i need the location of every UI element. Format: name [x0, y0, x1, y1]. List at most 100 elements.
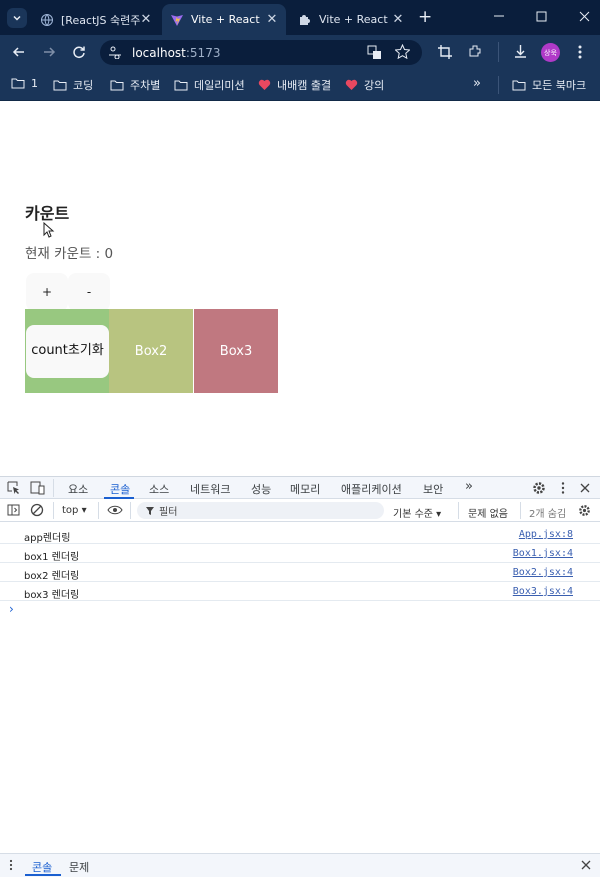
drawer-tab-console[interactable]: 콘솔 [32, 859, 52, 875]
log-message: app렌더링 [24, 533, 71, 544]
devtools-tab-console[interactable]: 콘솔 [110, 481, 130, 497]
profile-avatar[interactable]: 상욱 [541, 43, 560, 62]
url-text: localhost:5173 [132, 46, 220, 60]
filter-placeholder: 필터 [159, 507, 178, 518]
live-expression-eye-icon[interactable] [107, 505, 123, 515]
translate-icon[interactable] [367, 45, 382, 60]
bookmark-label: 1 [31, 77, 38, 90]
settings-gear-icon[interactable] [532, 481, 546, 495]
devtools-tab-performance[interactable]: 성능 [251, 481, 271, 497]
reset-count-label: count초기화 [31, 343, 104, 359]
window-close-button[interactable] [579, 11, 590, 22]
more-bookmarks-button[interactable]: » [473, 76, 481, 91]
tab-vite-active[interactable]: Vite + React ✕ [162, 4, 286, 35]
log-source-link[interactable]: Box2.jsx:4 [513, 567, 573, 578]
log-source-link[interactable]: Box1.jsx:4 [513, 548, 573, 559]
clear-console-icon[interactable] [30, 503, 44, 517]
drawer-tab-issues[interactable]: 문제 [69, 859, 89, 875]
tab-vite-2[interactable]: Vite + React ✕ [290, 4, 412, 35]
reload-button[interactable] [72, 45, 86, 59]
drawer-active-indicator [25, 874, 61, 876]
devtools-more-tabs[interactable]: » [465, 479, 473, 494]
bookmark-label: 모든 북마크 [532, 79, 587, 92]
url-host: localhost [132, 46, 186, 60]
close-icon[interactable]: ✕ [140, 12, 152, 27]
close-icon[interactable]: ✕ [266, 12, 278, 27]
tab-search-button[interactable] [7, 8, 27, 28]
device-toolbar-icon[interactable] [30, 481, 45, 495]
close-icon[interactable]: ✕ [392, 12, 404, 27]
bookmark-daily-mission[interactable]: 데일리미션 [174, 77, 245, 93]
issues-counter[interactable]: 문제 없음 [468, 505, 508, 520]
back-button[interactable] [12, 45, 26, 59]
bookmarks-divider [498, 76, 499, 94]
console-divider [520, 502, 521, 519]
bookmark-star-icon[interactable] [395, 44, 410, 59]
extensions-icon[interactable] [468, 44, 483, 59]
site-info-icon[interactable] [108, 45, 122, 59]
console-divider [98, 502, 99, 519]
inspect-element-icon[interactable] [7, 481, 21, 495]
tab-label: Vite + React [191, 13, 260, 26]
box3: Box3 [194, 309, 278, 393]
globe-icon [41, 13, 53, 26]
console-filter-input[interactable]: 필터 [137, 502, 384, 519]
box2-label: Box2 [134, 343, 168, 359]
toolbar-divider [498, 42, 499, 62]
log-level-label: 기본 수준 ▾ [393, 509, 442, 520]
arrow-left-icon [12, 47, 24, 57]
download-icon[interactable] [513, 44, 528, 59]
hidden-label: 2개 숨김 [529, 509, 567, 520]
maximize-button[interactable] [536, 11, 547, 22]
forward-button[interactable] [42, 45, 56, 59]
url-port: :5173 [185, 46, 221, 60]
reload-icon [73, 46, 85, 59]
menu-kebab-icon[interactable] [577, 44, 583, 60]
screen-capture-icon[interactable] [438, 45, 452, 59]
devtools-tab-sources[interactable]: 소스 [149, 481, 169, 497]
increment-button[interactable]: + [26, 273, 68, 311]
decrement-button[interactable]: - [68, 273, 110, 311]
bookmark-label: 코딩 [73, 79, 94, 92]
bookmark-attendance[interactable]: 내배캠 출결 [258, 77, 331, 93]
log-level-selector[interactable]: 기본 수준 ▾ [393, 505, 441, 520]
devtools-tab-elements[interactable]: 요소 [68, 481, 88, 497]
bookmark-1[interactable]: 1 [11, 77, 38, 90]
filter-icon [145, 506, 155, 516]
folder-icon [11, 78, 25, 89]
devtools-tab-memory[interactable]: 메모리 [290, 481, 320, 497]
console-divider [458, 502, 459, 519]
bookmark-label: 강의 [364, 79, 385, 92]
devtools-close-icon[interactable] [580, 483, 590, 493]
bookmark-lecture[interactable]: 강의 [345, 77, 384, 93]
tab-reactjs[interactable]: [ReactJS 숙련주 ✕ [32, 4, 160, 35]
tab-label: Vite + React [319, 13, 388, 26]
drawer-close-icon[interactable] [581, 860, 591, 870]
devtools-tab-network[interactable]: 네트워크 [190, 481, 230, 497]
new-tab-button[interactable]: + [418, 8, 432, 26]
sidebar-toggle-icon[interactable] [7, 504, 20, 516]
increment-label: + [41, 285, 53, 299]
minimize-button[interactable] [493, 9, 505, 23]
context-selector[interactable]: top ▾ [62, 505, 87, 516]
devtools-tab-security[interactable]: 보안 [423, 481, 443, 497]
page-title: 카운트 [25, 204, 70, 223]
drawer-menu-icon[interactable] [9, 859, 13, 871]
devtools-menu-icon[interactable] [560, 481, 566, 495]
reset-count-button[interactable]: count초기화 [26, 325, 109, 378]
folder-icon [512, 80, 526, 90]
vite-logo-icon [171, 14, 183, 26]
all-bookmarks-button[interactable]: 모든 북마크 [512, 77, 586, 93]
console-log-row: box2 렌더링 Box2.jsx:4 [0, 563, 600, 582]
tab-label: [ReactJS 숙련주 [61, 13, 140, 27]
issues-label: 문제 없음 [468, 509, 508, 520]
console-prompt[interactable]: › [9, 602, 14, 616]
console-settings-gear-icon[interactable] [578, 504, 591, 517]
bookmark-coding[interactable]: 코딩 [53, 77, 93, 93]
log-source-link[interactable]: App.jsx:8 [519, 529, 573, 540]
decrement-label: - [86, 285, 92, 299]
bookmark-weekly[interactable]: 주차별 [110, 77, 160, 93]
log-source-link[interactable]: Box3.jsx:4 [513, 586, 573, 597]
devtools-tab-application[interactable]: 애플리케이션 [341, 481, 402, 497]
box2: Box2 [109, 309, 193, 393]
